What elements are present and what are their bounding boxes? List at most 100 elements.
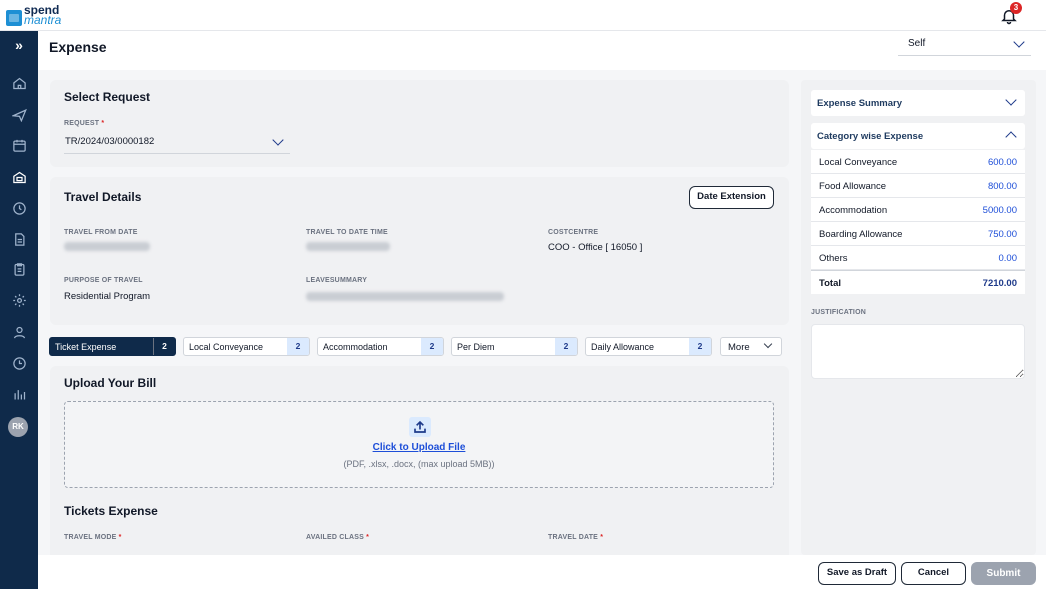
- purpose-of-travel-label: PURPOSE OF TRAVEL: [64, 277, 143, 284]
- travel-date-label-text: TRAVEL DATE: [548, 534, 599, 541]
- settings-icon[interactable]: [7, 288, 31, 312]
- chevron-down-icon: [1005, 94, 1017, 106]
- home-icon[interactable]: [7, 71, 31, 95]
- required-asterisk: *: [101, 120, 105, 127]
- justification-label: JUSTIFICATION: [811, 309, 866, 316]
- category-amount: 0.00: [998, 253, 1018, 264]
- tab-label: Ticket Expense: [55, 341, 117, 352]
- document-icon[interactable]: [7, 227, 31, 251]
- expense-summary-accordion[interactable]: Expense Summary: [811, 90, 1025, 116]
- notification-count-badge: 3: [1010, 2, 1022, 14]
- category-wise-expense-title: Category wise Expense: [817, 131, 924, 142]
- category-row: Boarding Allowance 750.00: [811, 222, 1025, 246]
- logo-line-2: mantra: [24, 13, 62, 27]
- category-name: Boarding Allowance: [819, 229, 903, 240]
- travel-to-date-time-label: TRAVEL TO DATE TIME: [306, 229, 388, 236]
- category-wise-expense-accordion[interactable]: Category wise Expense: [811, 123, 1025, 149]
- travel-mode-label: TRAVEL MODE *: [64, 534, 122, 541]
- chevron-down-icon: [763, 339, 773, 349]
- category-row: Accommodation 5000.00: [811, 198, 1025, 222]
- total-amount: 7210.00: [982, 278, 1017, 289]
- category-amount: 750.00: [987, 229, 1017, 240]
- request-label: REQUEST *: [64, 120, 104, 127]
- history-icon[interactable]: [7, 196, 31, 220]
- required-asterisk: *: [600, 534, 604, 541]
- costcentre-label: COSTCENTRE: [548, 229, 599, 236]
- request-select[interactable]: TR/2024/03/0000182: [64, 132, 290, 154]
- chevron-down-icon: [1013, 36, 1025, 48]
- category-total-row: Total 7210.00: [811, 270, 1025, 294]
- purpose-of-travel-value: Residential Program: [64, 291, 151, 302]
- leave-summary-label: LEAVESUMMARY: [306, 277, 368, 284]
- expense-summary-title: Expense Summary: [817, 98, 903, 109]
- chevron-down-icon: [272, 134, 284, 146]
- costcentre-value: COO - Office [ 16050 ]: [548, 242, 643, 253]
- tab-label: Accommodation: [323, 341, 388, 352]
- tab-count-badge: 2: [421, 338, 443, 355]
- user-icon[interactable]: [7, 320, 31, 344]
- request-value: TR/2024/03/0000182: [65, 136, 155, 147]
- category-row: Others 0.00: [811, 246, 1025, 270]
- tab-daily-allowance[interactable]: Daily Allowance 2: [585, 337, 712, 356]
- availed-class-label: AVAILED CLASS *: [306, 534, 369, 541]
- tab-count-badge: 2: [555, 338, 577, 355]
- more-tabs-dropdown[interactable]: More: [720, 337, 782, 356]
- date-extension-button[interactable]: Date Extension: [689, 186, 774, 209]
- self-select-dropdown[interactable]: Self: [898, 34, 1031, 56]
- category-amount: 5000.00: [982, 205, 1017, 216]
- expense-icon[interactable]: [7, 165, 31, 189]
- save-as-draft-button[interactable]: Save as Draft: [818, 562, 896, 585]
- tab-per-diem[interactable]: Per Diem 2: [451, 337, 578, 356]
- tab-local-conveyance[interactable]: Local Conveyance 2: [183, 337, 310, 356]
- tab-count-badge: 2: [153, 338, 175, 355]
- upload-dropzone[interactable]: Click to Upload File (PDF, .xlsx, .docx,…: [64, 401, 774, 488]
- page-title: Expense: [49, 39, 107, 55]
- avatar[interactable]: RK: [8, 417, 28, 437]
- travel-details-card: [50, 177, 789, 325]
- justification-textarea[interactable]: [811, 324, 1025, 379]
- clock-icon[interactable]: [7, 351, 31, 375]
- top-bar: spend mantra 3: [0, 0, 1046, 31]
- cancel-button[interactable]: Cancel: [901, 562, 966, 585]
- total-label: Total: [819, 278, 841, 289]
- category-name: Accommodation: [819, 205, 888, 216]
- leave-summary-value-redacted: [306, 292, 504, 301]
- category-row: Local Conveyance 600.00: [811, 150, 1025, 174]
- upload-your-bill-title: Upload Your Bill: [64, 376, 157, 390]
- travel-date-label: TRAVEL DATE *: [548, 534, 603, 541]
- more-tabs-label: More: [728, 342, 750, 353]
- sidebar-expand-toggle[interactable]: »: [7, 34, 31, 56]
- calendar-icon[interactable]: [7, 133, 31, 157]
- upload-icon: [409, 417, 431, 437]
- submit-button[interactable]: Submit: [971, 562, 1036, 585]
- reports-icon[interactable]: [7, 382, 31, 406]
- category-name: Local Conveyance: [819, 157, 898, 168]
- tab-label: Per Diem: [457, 341, 495, 352]
- tickets-expense-title: Tickets Expense: [64, 504, 158, 518]
- spendmantra-logo[interactable]: spend mantra: [6, 4, 61, 26]
- clipboard-icon[interactable]: [7, 257, 31, 281]
- request-label-text: REQUEST: [64, 120, 100, 127]
- tab-accommodation[interactable]: Accommodation 2: [317, 337, 444, 356]
- tab-count-badge: 2: [287, 338, 309, 355]
- category-amount: 600.00: [987, 157, 1017, 168]
- travel-mode-label-text: TRAVEL MODE: [64, 534, 117, 541]
- logo-text: spend mantra: [24, 4, 62, 27]
- category-name: Food Allowance: [819, 181, 887, 192]
- tab-label: Daily Allowance: [591, 341, 655, 352]
- availed-class-label-text: AVAILED CLASS: [306, 534, 364, 541]
- required-asterisk: *: [366, 534, 370, 541]
- tab-ticket-expense[interactable]: Ticket Expense 2: [49, 337, 176, 356]
- category-name: Others: [819, 253, 848, 264]
- travel-from-date-label: TRAVEL FROM DATE: [64, 229, 138, 236]
- click-to-upload-link[interactable]: Click to Upload File: [65, 442, 773, 453]
- airplane-icon[interactable]: [7, 102, 31, 126]
- sidebar: » RK: [0, 31, 38, 589]
- select-request-title: Select Request: [64, 90, 151, 104]
- logo-mark-icon: [6, 10, 22, 26]
- chevron-up-icon: [1005, 131, 1017, 143]
- category-amount: 800.00: [987, 181, 1017, 192]
- travel-details-title: Travel Details: [64, 190, 142, 204]
- upload-hint: (PDF, .xlsx, .docx, (max upload 5MB)): [343, 459, 495, 469]
- category-row: Food Allowance 800.00: [811, 174, 1025, 198]
